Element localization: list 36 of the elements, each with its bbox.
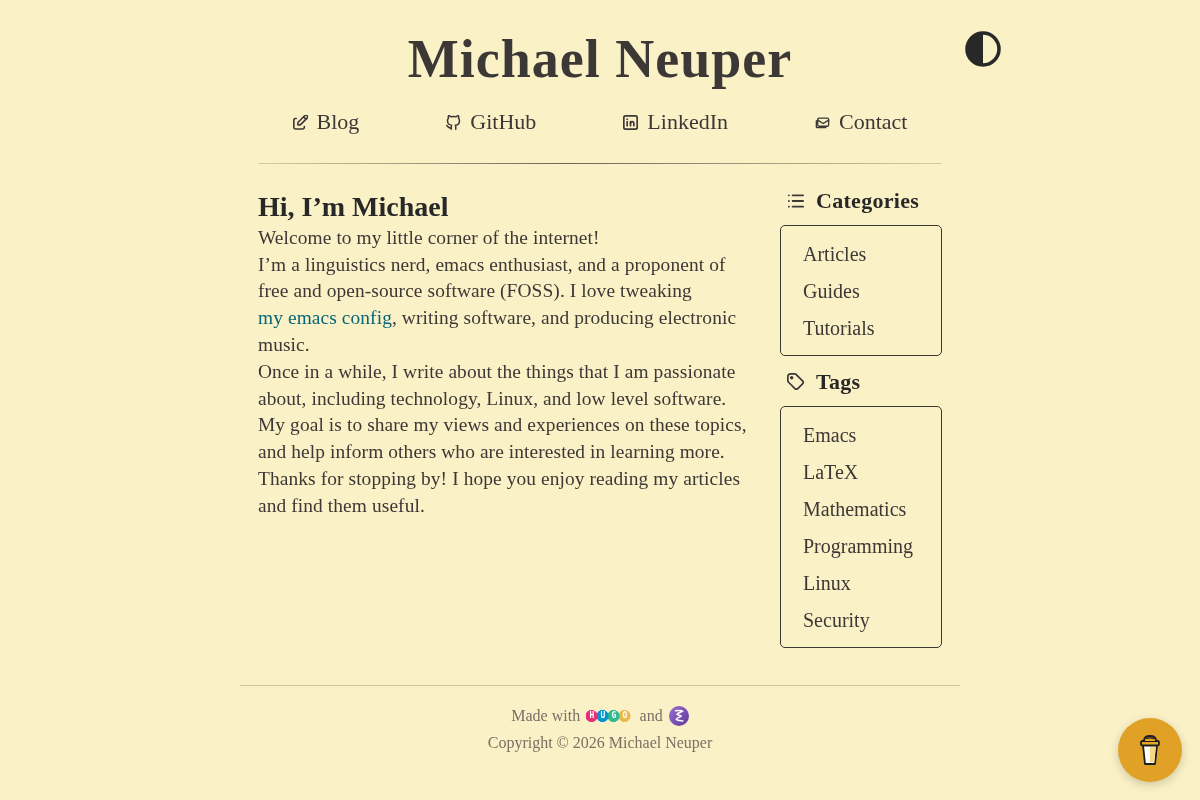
body-paragraph: Once in a while, I write about the things that I am passionate about, including technology, Linux, and low level software. bbox=[258, 359, 737, 411]
sidebar-link[interactable]: Mathematics bbox=[803, 490, 907, 528]
sidebar-link[interactable]: Guides bbox=[803, 272, 860, 310]
sidebar-link[interactable]: Articles bbox=[803, 235, 867, 273]
site-title: Michael Neuper bbox=[407, 30, 793, 90]
sidebar-heading: Categories bbox=[816, 187, 920, 214]
body-paragraph: I’m a linguistics nerd, emacs enthusiast, and a proponent of free and open-source software (FOSS). I love tweaking my emacs config, writing software, and producing electronic music. bbox=[258, 252, 738, 357]
nav-link[interactable]: LinkedIn bbox=[623, 109, 728, 136]
body-paragraph: Thanks for stopping by! I hope you enjoy reading my articles and find them useful. bbox=[258, 466, 742, 518]
text-link[interactable]: my emacs config bbox=[258, 307, 392, 329]
sidebar-link[interactable]: Tutorials bbox=[803, 309, 875, 347]
body-paragraph: Welcome to my little corner of the internet! bbox=[258, 225, 601, 250]
list-icon bbox=[787, 193, 804, 208]
nav-link[interactable]: Blog bbox=[292, 109, 360, 136]
squiggle-disc-icon[interactable] bbox=[668, 705, 689, 726]
intro-heading: Hi, I’m Michael bbox=[258, 189, 450, 224]
sidebar-link[interactable]: Emacs bbox=[803, 416, 857, 454]
coffee-button[interactable] bbox=[1118, 718, 1182, 782]
copyright-text: Copyright © 2026 Michael Neuper bbox=[486, 732, 714, 754]
footer-text: Made with bbox=[511, 705, 581, 726]
cat-outline-icon bbox=[446, 115, 462, 131]
nav-link[interactable]: Contact bbox=[815, 109, 908, 136]
coffee-cup-icon bbox=[1138, 733, 1162, 767]
sidebar-heading: Tags bbox=[816, 368, 861, 395]
sidebar-link[interactable]: Security bbox=[803, 601, 870, 639]
footer-text: and bbox=[639, 705, 663, 726]
pencil-square-icon bbox=[292, 115, 308, 131]
sidebar-link[interactable]: Programming bbox=[803, 527, 913, 565]
tag-icon bbox=[787, 373, 804, 391]
body-paragraph: My goal is to share my views and experiences on these topics, and help inform others who are interested in learning more. bbox=[258, 413, 748, 465]
envelopes-icon bbox=[815, 115, 830, 131]
theme-toggle[interactable] bbox=[965, 31, 1001, 67]
sidebar-link[interactable]: Linux bbox=[803, 564, 851, 602]
nav-link[interactable]: GitHub bbox=[446, 109, 537, 136]
sidebar-link[interactable]: LaTeX bbox=[803, 453, 859, 491]
contrast-icon bbox=[965, 31, 1001, 67]
